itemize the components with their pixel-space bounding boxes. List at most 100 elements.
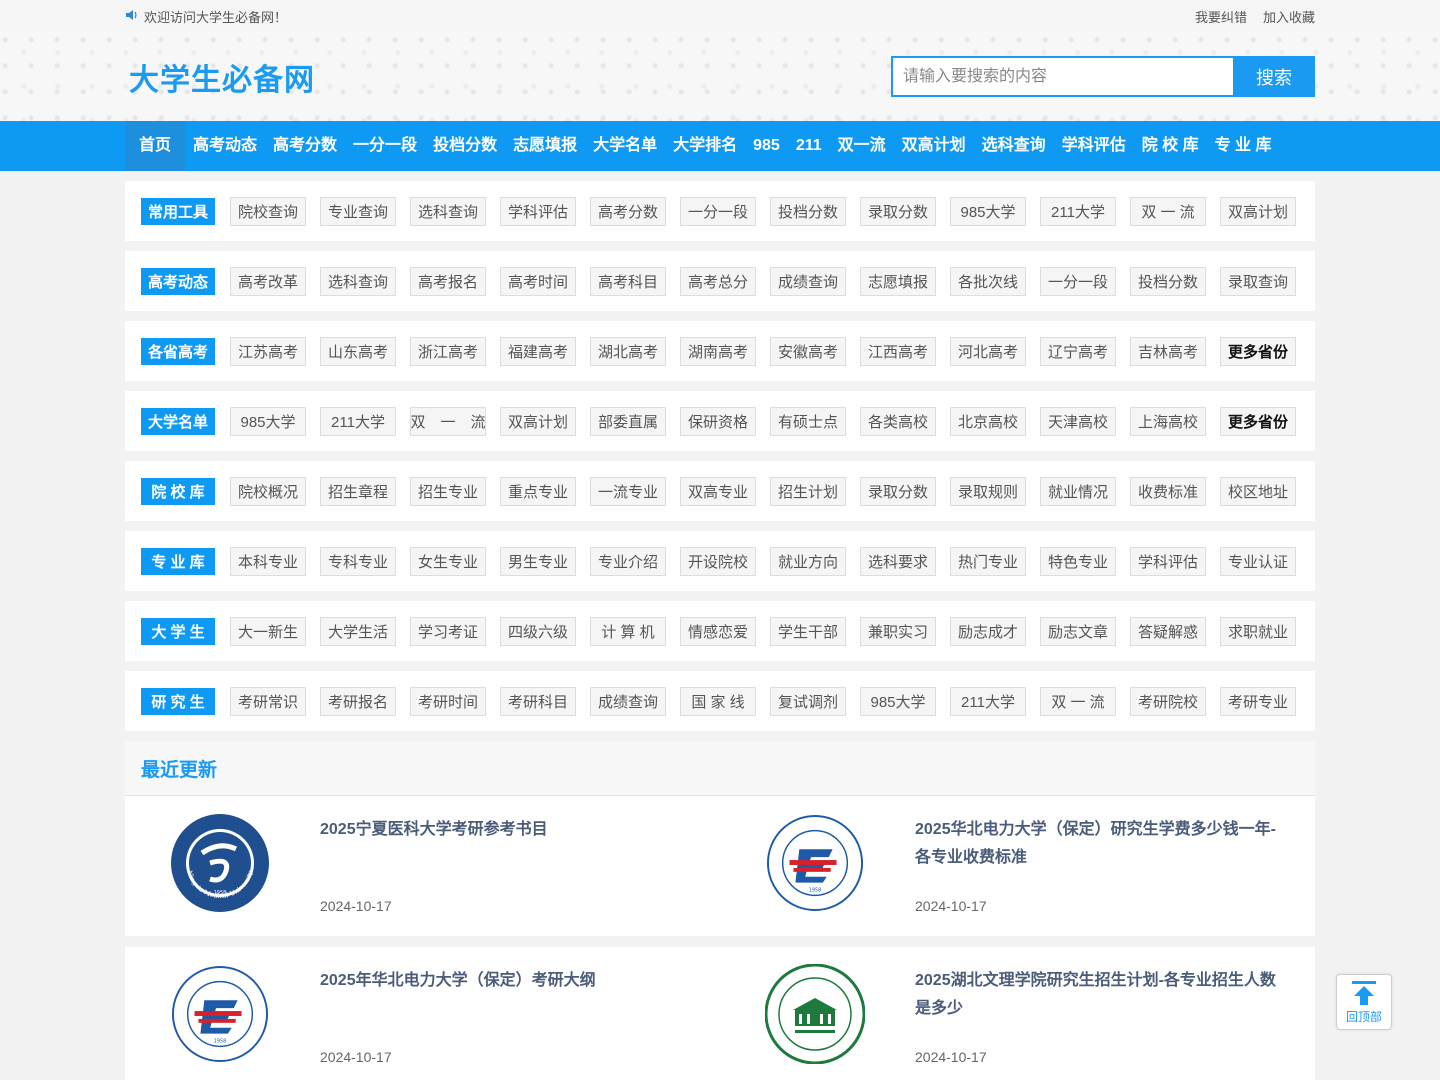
category-link[interactable]: 高考科目	[590, 266, 666, 296]
category-link[interactable]: 院校查询	[230, 196, 306, 226]
category-link[interactable]: 选科查询	[410, 196, 486, 226]
category-link[interactable]: 成绩查询	[590, 686, 666, 716]
category-link[interactable]: 男生专业	[500, 546, 576, 576]
category-link[interactable]: 招生计划	[770, 476, 846, 506]
nav-item-major-db[interactable]: 专 业 库	[1207, 121, 1280, 171]
category-link[interactable]: 高考改革	[230, 266, 306, 296]
category-link[interactable]: 收费标准	[1130, 476, 1206, 506]
category-link[interactable]: 双高计划	[500, 406, 576, 436]
nav-item-volunteer[interactable]: 志愿填报	[505, 121, 585, 171]
category-link[interactable]: 高考总分	[680, 266, 756, 296]
category-link[interactable]: 励志文章	[1040, 616, 1116, 646]
category-link[interactable]: 双 一 流	[1040, 686, 1116, 716]
article-title[interactable]: 2025湖北文理学院研究生招生计划-各专业招生人数是多少	[915, 967, 1285, 1023]
nav-item-211[interactable]: 211	[788, 121, 830, 171]
article-thumbnail[interactable]	[764, 963, 866, 1067]
search-input[interactable]	[891, 56, 1233, 97]
category-link[interactable]: 福建高考	[500, 336, 576, 366]
category-link[interactable]: 专业认证	[1220, 546, 1296, 576]
category-link[interactable]: 有硕士点	[770, 406, 846, 436]
category-link[interactable]: 双 一 流	[1130, 196, 1206, 226]
category-link[interactable]: 投档分数	[770, 196, 846, 226]
category-link[interactable]: 一分一段	[1040, 266, 1116, 296]
category-link[interactable]: 学生干部	[770, 616, 846, 646]
category-link[interactable]: 高考报名	[410, 266, 486, 296]
category-link[interactable]: 热门专业	[950, 546, 1026, 576]
category-link[interactable]: 学科评估	[1130, 546, 1206, 576]
category-link[interactable]: 计 算 机	[590, 616, 666, 646]
site-logo[interactable]: 大学生必备网	[129, 55, 315, 99]
category-link[interactable]: 湖南高考	[680, 336, 756, 366]
category-link[interactable]: 985大学	[230, 406, 306, 436]
category-link[interactable]: 国 家 线	[680, 686, 756, 716]
category-link[interactable]: 选科要求	[860, 546, 936, 576]
category-link[interactable]: 女生专业	[410, 546, 486, 576]
nav-item-double-high[interactable]: 双高计划	[894, 121, 974, 171]
category-link[interactable]: 考研报名	[320, 686, 396, 716]
category-link[interactable]: 高考分数	[590, 196, 666, 226]
category-link[interactable]: 大学生活	[320, 616, 396, 646]
nav-item-discipline-eval[interactable]: 学科评估	[1054, 121, 1134, 171]
category-link[interactable]: 一分一段	[680, 196, 756, 226]
nav-item-university-rank[interactable]: 大学排名	[665, 121, 745, 171]
back-to-top-button[interactable]: 回顶部	[1336, 974, 1392, 1030]
category-link[interactable]: 就业方向	[770, 546, 846, 576]
category-link[interactable]: 院校概况	[230, 476, 306, 506]
category-link[interactable]: 四级六级	[500, 616, 576, 646]
category-link[interactable]: 就业情况	[1040, 476, 1116, 506]
category-link[interactable]: 考研时间	[410, 686, 486, 716]
category-link[interactable]: 211大学	[320, 406, 396, 436]
category-link[interactable]: 一流专业	[590, 476, 666, 506]
nav-item-score-rank[interactable]: 一分一段	[345, 121, 425, 171]
category-link[interactable]: 复试调剂	[770, 686, 846, 716]
category-link[interactable]: 志愿填报	[860, 266, 936, 296]
category-link[interactable]: 兼职实习	[860, 616, 936, 646]
article-title[interactable]: 2025宁夏医科大学考研参考书目	[320, 816, 690, 844]
nav-item-college-db[interactable]: 院 校 库	[1134, 121, 1207, 171]
category-link[interactable]: 985大学	[950, 196, 1026, 226]
category-link[interactable]: 双高专业	[680, 476, 756, 506]
category-link[interactable]: 特色专业	[1040, 546, 1116, 576]
category-link[interactable]: 各批次线	[950, 266, 1026, 296]
category-link[interactable]: 录取分数	[860, 196, 936, 226]
category-link[interactable]: 上海高校	[1130, 406, 1206, 436]
category-link[interactable]: 选科查询	[320, 266, 396, 296]
report-error-link[interactable]: 我要纠错	[1195, 7, 1247, 26]
category-link[interactable]: 成绩查询	[770, 266, 846, 296]
category-link[interactable]: 江苏高考	[230, 336, 306, 366]
nav-item-double-first-class[interactable]: 双一流	[830, 121, 894, 171]
nav-item-home[interactable]: 首页	[125, 121, 186, 171]
category-link[interactable]: 求职就业	[1220, 616, 1296, 646]
category-link[interactable]: 高考时间	[500, 266, 576, 296]
article-title[interactable]: 2025年华北电力大学（保定）考研大纲	[320, 967, 690, 995]
nav-item-admission-score[interactable]: 投档分数	[425, 121, 505, 171]
article-title[interactable]: 2025华北电力大学（保定）研究生学费多少钱一年-各专业收费标准	[915, 816, 1285, 872]
category-link[interactable]: 招生专业	[410, 476, 486, 506]
category-link[interactable]: 招生章程	[320, 476, 396, 506]
category-link[interactable]: 天津高校	[1040, 406, 1116, 436]
category-link[interactable]: 江西高考	[860, 336, 936, 366]
category-link[interactable]: 录取分数	[860, 476, 936, 506]
category-link[interactable]: 考研专业	[1220, 686, 1296, 716]
category-link[interactable]: 考研院校	[1130, 686, 1206, 716]
category-link[interactable]: 情感恋爱	[680, 616, 756, 646]
category-link[interactable]: 校区地址	[1220, 476, 1296, 506]
category-link[interactable]: 考研常识	[230, 686, 306, 716]
category-link[interactable]: 辽宁高考	[1040, 336, 1116, 366]
category-link[interactable]: 双 一 流	[410, 406, 486, 436]
article-thumbnail[interactable]: 1958	[764, 814, 866, 916]
category-link[interactable]: 专业介绍	[590, 546, 666, 576]
category-link[interactable]: 录取规则	[950, 476, 1026, 506]
category-link[interactable]: 更多省份	[1220, 406, 1296, 436]
category-link[interactable]: 专业查询	[320, 196, 396, 226]
category-link[interactable]: 投档分数	[1130, 266, 1206, 296]
category-link[interactable]: 更多省份	[1220, 336, 1296, 366]
category-link[interactable]: 录取查询	[1220, 266, 1296, 296]
add-favorite-link[interactable]: 加入收藏	[1263, 7, 1315, 26]
category-link[interactable]: 山东高考	[320, 336, 396, 366]
category-link[interactable]: 大一新生	[230, 616, 306, 646]
category-link[interactable]: 各类高校	[860, 406, 936, 436]
category-link[interactable]: 安徽高考	[770, 336, 846, 366]
nav-item-subject-selection[interactable]: 选科查询	[974, 121, 1054, 171]
category-link[interactable]: 985大学	[860, 686, 936, 716]
